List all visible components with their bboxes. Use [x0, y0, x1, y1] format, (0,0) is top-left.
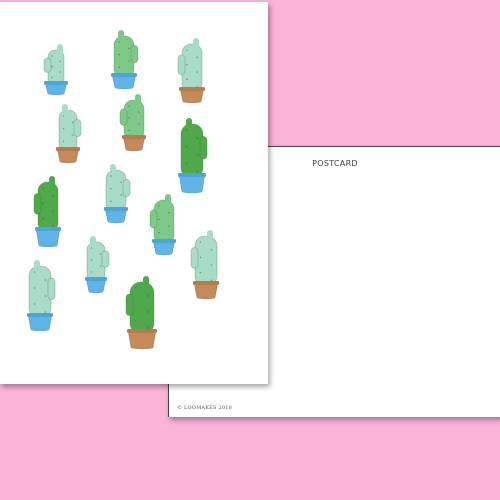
copyright-text: © LOOMAKES 2018	[177, 405, 232, 411]
potted-cactus-icon	[27, 260, 56, 332]
potted-cactus-icon	[111, 30, 139, 90]
potted-cactus-icon	[33, 176, 61, 248]
cactus-pattern	[27, 30, 219, 350]
potted-cactus-icon	[125, 276, 157, 350]
potted-cactus-icon	[178, 118, 208, 194]
potted-cactus-icon	[104, 164, 131, 224]
potted-cactus-icon	[56, 104, 82, 164]
postcard-front	[0, 2, 268, 384]
potted-cactus-icon	[119, 94, 146, 152]
potted-cactus-icon	[177, 38, 205, 104]
potted-cactus-icon	[43, 44, 68, 96]
potted-cactus-icon	[190, 230, 219, 300]
potted-cactus-icon	[149, 194, 176, 256]
potted-cactus-icon	[85, 236, 110, 294]
